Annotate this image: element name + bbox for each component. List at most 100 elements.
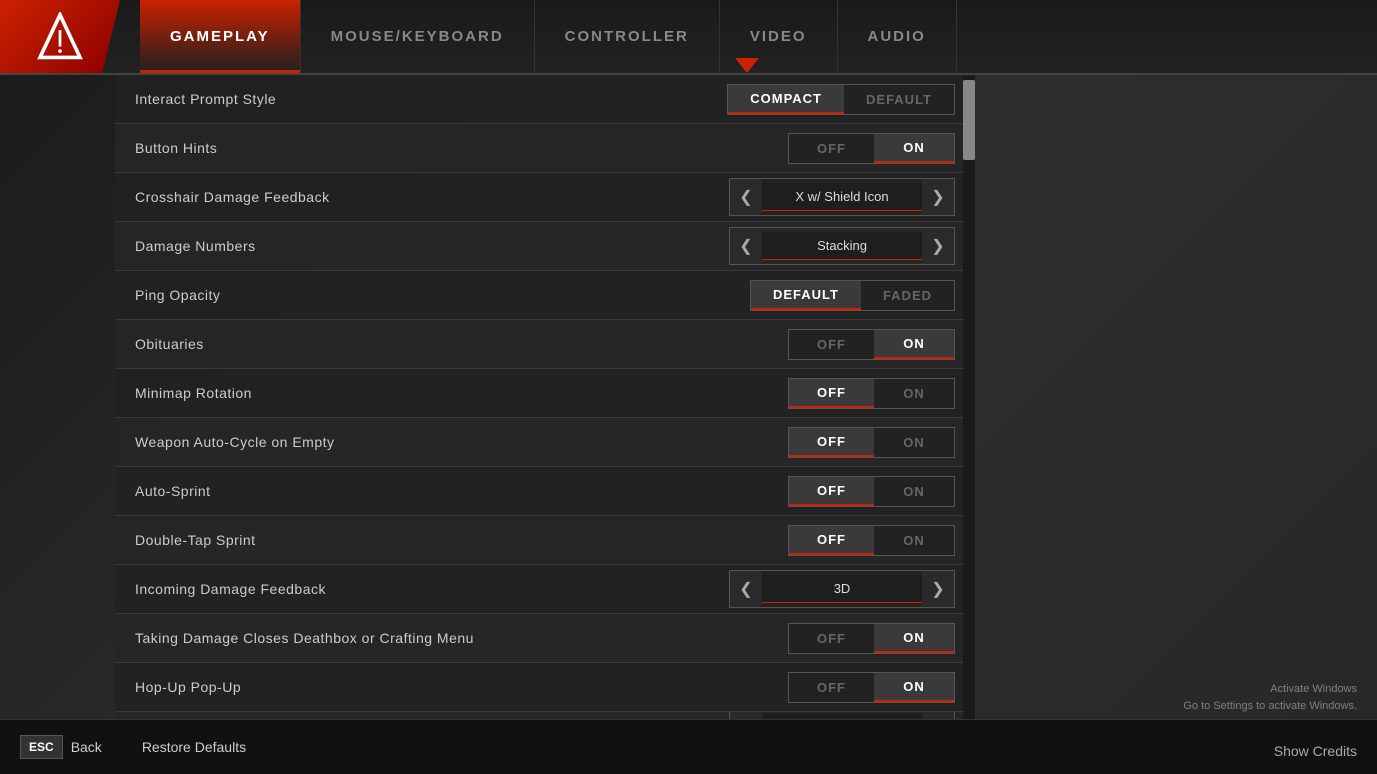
setting-row-ping-opacity: Ping Opacity Default Faded	[115, 271, 975, 320]
settings-panel: Interact Prompt Style Compact Default Bu…	[115, 75, 975, 719]
button-hints-toggle: Off On	[788, 133, 955, 164]
right-panel	[975, 75, 1377, 719]
scrollbar[interactable]	[963, 75, 975, 719]
button-hints-control: Off On	[788, 133, 955, 164]
weapon-autocycle-on[interactable]: On	[874, 428, 954, 457]
setting-label-crosshair: Crosshair Damage Feedback	[135, 189, 330, 205]
incoming-damage-control: ❮ 3D ❯	[729, 570, 955, 608]
setting-row-double-tap: Double-Tap Sprint Off On	[115, 516, 975, 565]
double-tap-off[interactable]: Off	[789, 526, 874, 555]
setting-row-hopup: Hop-Up Pop-Up Off On	[115, 663, 975, 712]
setting-row-damage-numbers: Damage Numbers ❮ Stacking ❯	[115, 222, 975, 271]
obituaries-on[interactable]: On	[874, 330, 954, 359]
setting-label-minimap: Minimap Rotation	[135, 385, 252, 401]
obituaries-control: Off On	[788, 329, 955, 360]
hopup-on[interactable]: On	[874, 673, 954, 702]
damage-numbers-value: Stacking	[762, 232, 922, 260]
auto-sprint-off[interactable]: Off	[789, 477, 874, 506]
hopup-toggle: Off On	[788, 672, 955, 703]
button-hints-on[interactable]: On	[874, 134, 954, 163]
damage-numbers-control: ❮ Stacking ❯	[729, 227, 955, 265]
crosshair-selector: ❮ X w/ Shield Icon ❯	[729, 178, 955, 216]
obituaries-toggle: Off On	[788, 329, 955, 360]
minimap-toggle: Off On	[788, 378, 955, 409]
auto-sprint-control: Off On	[788, 476, 955, 507]
taking-damage-toggle: Off On	[788, 623, 955, 654]
setting-row-incoming-damage: Incoming Damage Feedback ❮ 3D ❯	[115, 565, 975, 614]
minimap-control: Off On	[788, 378, 955, 409]
weapon-autocycle-off[interactable]: Off	[789, 428, 874, 457]
ping-opacity-faded[interactable]: Faded	[861, 281, 954, 310]
settings-list: Interact Prompt Style Compact Default Bu…	[115, 75, 975, 719]
setting-label-auto-sprint: Auto-Sprint	[135, 483, 211, 499]
ping-opacity-control: Default Faded	[750, 280, 955, 311]
setting-row-auto-sprint: Auto-Sprint Off On	[115, 467, 975, 516]
back-label: Back	[71, 739, 102, 755]
minimap-on[interactable]: On	[874, 379, 954, 408]
setting-row-streamer: Streamer Mode ❮ Off ❯	[115, 712, 975, 719]
activate-windows-notice: Activate Windows Go to Settings to activ…	[1183, 681, 1357, 714]
setting-row-crosshair: Crosshair Damage Feedback ❮ X w/ Shield …	[115, 173, 975, 222]
button-hints-off[interactable]: Off	[789, 134, 874, 163]
tab-audio[interactable]: AUDIO	[838, 0, 957, 73]
setting-row-weapon-autocycle: Weapon Auto-Cycle on Empty Off On	[115, 418, 975, 467]
damage-numbers-selector: ❮ Stacking ❯	[729, 227, 955, 265]
crosshair-prev[interactable]: ❮	[730, 179, 762, 215]
interact-prompt-control: Compact Default	[727, 84, 955, 115]
bottom-bar: ESC Back Restore Defaults	[0, 719, 1377, 774]
tab-mouse-keyboard[interactable]: MOUSE/KEYBOARD	[301, 0, 535, 73]
show-credits-button[interactable]: Show Credits	[1274, 743, 1357, 759]
weapon-autocycle-toggle: Off On	[788, 427, 955, 458]
streamer-selector: ❮ Off ❯	[729, 712, 955, 719]
setting-label-hopup: Hop-Up Pop-Up	[135, 679, 241, 695]
hopup-off[interactable]: Off	[789, 673, 874, 702]
hopup-control: Off On	[788, 672, 955, 703]
setting-row-obituaries: Obituaries Off On	[115, 320, 975, 369]
setting-row-taking-damage: Taking Damage Closes Deathbox or Craftin…	[115, 614, 975, 663]
setting-label-button-hints: Button Hints	[135, 140, 217, 156]
logo-area	[0, 0, 120, 73]
setting-label-ping-opacity: Ping Opacity	[135, 287, 220, 303]
obituaries-off[interactable]: Off	[789, 330, 874, 359]
header: GAMEPLAY MOUSE/KEYBOARD CONTROLLER VIDEO…	[0, 0, 1377, 75]
crosshair-next[interactable]: ❯	[922, 179, 954, 215]
setting-label-taking-damage: Taking Damage Closes Deathbox or Craftin…	[135, 630, 474, 646]
setting-row-button-hints: Button Hints Off On	[115, 124, 975, 173]
damage-numbers-next[interactable]: ❯	[922, 228, 954, 264]
incoming-damage-prev[interactable]: ❮	[730, 571, 762, 607]
damage-numbers-prev[interactable]: ❮	[730, 228, 762, 264]
compact-default-toggle: Compact Default	[727, 84, 955, 115]
crosshair-value: X w/ Shield Icon	[762, 183, 922, 211]
double-tap-on[interactable]: On	[874, 526, 954, 555]
compact-button[interactable]: Compact	[728, 85, 844, 114]
taking-damage-control: Off On	[788, 623, 955, 654]
auto-sprint-on[interactable]: On	[874, 477, 954, 506]
double-tap-toggle: Off On	[788, 525, 955, 556]
double-tap-control: Off On	[788, 525, 955, 556]
incoming-damage-next[interactable]: ❯	[922, 571, 954, 607]
crosshair-control: ❮ X w/ Shield Icon ❯	[729, 178, 955, 216]
ping-opacity-default[interactable]: Default	[751, 281, 861, 310]
minimap-off[interactable]: Off	[789, 379, 874, 408]
incoming-damage-value: 3D	[762, 575, 922, 603]
streamer-prev[interactable]: ❮	[730, 712, 762, 719]
setting-label-damage-numbers: Damage Numbers	[135, 238, 256, 254]
taking-damage-off[interactable]: Off	[789, 624, 874, 653]
setting-label-interact-prompt: Interact Prompt Style	[135, 91, 276, 107]
main-content: Interact Prompt Style Compact Default Bu…	[115, 75, 1377, 719]
apex-logo	[35, 12, 85, 62]
setting-label-obituaries: Obituaries	[135, 336, 204, 352]
streamer-control: ❮ Off ❯	[729, 712, 955, 719]
nav-arrow-indicator	[735, 58, 759, 73]
setting-row-interact-prompt: Interact Prompt Style Compact Default	[115, 75, 975, 124]
tab-controller[interactable]: CONTROLLER	[535, 0, 720, 73]
default-button[interactable]: Default	[844, 85, 954, 114]
restore-defaults-button[interactable]: Restore Defaults	[142, 739, 246, 755]
scrollbar-thumb[interactable]	[963, 80, 975, 160]
tab-gameplay[interactable]: GAMEPLAY	[140, 0, 301, 73]
taking-damage-on[interactable]: On	[874, 624, 954, 653]
setting-label-incoming-damage: Incoming Damage Feedback	[135, 581, 326, 597]
auto-sprint-toggle: Off On	[788, 476, 955, 507]
streamer-next[interactable]: ❯	[922, 712, 954, 719]
incoming-damage-selector: ❮ 3D ❯	[729, 570, 955, 608]
